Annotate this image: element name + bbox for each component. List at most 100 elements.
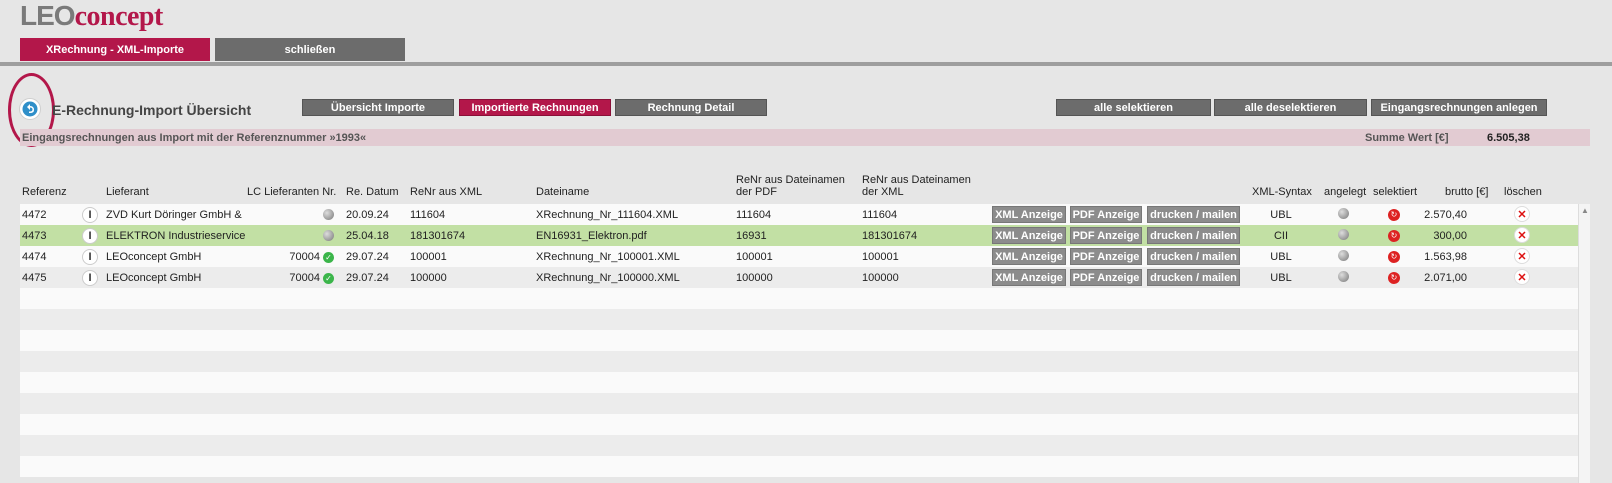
scroll-up-icon[interactable]: ▲ <box>1581 206 1589 215</box>
print-mail-button[interactable]: drucken / mailen <box>1147 227 1240 244</box>
page-title: E-Rechnung-Import Übersicht <box>52 102 252 118</box>
header-renr-fxml-line1: ReNr aus Dateinamen <box>862 174 971 186</box>
red-x-icon[interactable]: ✕ <box>1514 248 1530 264</box>
red-refresh-icon[interactable]: ↻ <box>1388 271 1400 284</box>
cell-lc-nr: 70004 <box>289 250 320 263</box>
cell-gross: 1.563,98 <box>1424 250 1467 263</box>
empty-row <box>20 351 1578 372</box>
header-created[interactable]: angelegt <box>1324 186 1366 198</box>
red-refresh-icon[interactable]: ↻ <box>1388 229 1400 242</box>
cell-lc-nr: 70004 <box>289 271 320 284</box>
table-row[interactable]: 4472 I ZVD Kurt Döringer GmbH & 20.09.24 111… <box>20 204 1578 225</box>
red-refresh-icon[interactable]: ↻ <box>1388 250 1400 263</box>
cell-renr-pdf: 111604 <box>736 208 772 221</box>
text-cursor-icon[interactable]: I <box>82 228 98 244</box>
empty-row <box>20 393 1578 414</box>
invoice-table: 4472 I ZVD Kurt Döringer GmbH & 20.09.24 111… <box>20 204 1578 477</box>
header-renr-fxml[interactable]: ReNr aus Dateinamen der XML <box>862 174 971 198</box>
gray-dot-icon[interactable] <box>1338 208 1349 222</box>
divider <box>0 62 1612 66</box>
cell-filename: EN16931_Elektron.pdf <box>536 229 647 242</box>
invoice-detail-button[interactable]: Rechnung Detail <box>615 99 767 116</box>
cell-date: 29.07.24 <box>346 271 389 284</box>
cell-supplier: LEOconcept GmbH <box>106 271 202 284</box>
header-ref[interactable]: Referenz <box>22 186 67 198</box>
cell-filename: XRechnung_Nr_100001.XML <box>536 250 680 263</box>
cell-renr-fxml: 100001 <box>862 250 899 263</box>
tab-close[interactable]: schließen <box>215 38 405 61</box>
xml-view-button[interactable]: XML Anzeige <box>992 206 1066 223</box>
print-mail-button[interactable]: drucken / mailen <box>1147 248 1240 265</box>
back-arrow-icon[interactable] <box>19 98 41 120</box>
header-renr-xml[interactable]: ReNr aus XML <box>410 186 482 198</box>
cell-renr-xml: 100000 <box>410 271 447 284</box>
cell-ref: 4473 <box>22 229 47 242</box>
header-date[interactable]: Re. Datum <box>346 186 399 198</box>
xml-view-button[interactable]: XML Anzeige <box>992 227 1066 244</box>
red-x-icon[interactable]: ✕ <box>1514 227 1530 243</box>
green-check-icon: ✓ <box>323 251 334 263</box>
empty-row <box>20 288 1578 309</box>
print-mail-button[interactable]: drucken / mailen <box>1147 206 1240 223</box>
red-x-icon[interactable]: ✕ <box>1514 206 1530 222</box>
text-cursor-icon[interactable]: I <box>82 249 98 265</box>
sum-label: Summe Wert [€] <box>1365 131 1449 144</box>
table-row[interactable]: 4473 I ELEKTRON Industrieservice 25.04.18 18… <box>20 225 1578 246</box>
header-syntax[interactable]: XML-Syntax <box>1252 186 1312 198</box>
header-lc-supplier-nr[interactable]: LC Lieferanten Nr. <box>247 186 336 198</box>
cell-supplier: ELEKTRON Industrieservice <box>106 229 246 242</box>
cell-filename: XRechnung_Nr_100000.XML <box>536 271 680 284</box>
cell-gross: 300,00 <box>1433 229 1467 242</box>
gray-dot-icon[interactable] <box>1338 271 1349 285</box>
empty-row <box>20 330 1578 351</box>
create-invoices-button[interactable]: Eingangsrechnungen anlegen <box>1371 99 1547 116</box>
pdf-view-button[interactable]: PDF Anzeige <box>1070 248 1142 265</box>
cell-renr-fxml: 100000 <box>862 271 899 284</box>
tab-xrechnung-imports[interactable]: XRechnung - XML-Importe <box>20 38 210 61</box>
text-cursor-icon[interactable]: I <box>82 270 98 286</box>
cell-filename: XRechnung_Nr_111604.XML <box>536 208 679 221</box>
header-gross[interactable]: brutto [€] <box>1445 186 1488 198</box>
header-delete[interactable]: löschen <box>1504 186 1542 198</box>
empty-row <box>20 414 1578 435</box>
table-row[interactable]: 4475 I LEOconcept GmbH 70004 ✓ 29.07.24 100000… <box>20 267 1578 288</box>
header-supplier[interactable]: Lieferant <box>106 186 149 198</box>
green-check-icon: ✓ <box>323 272 334 284</box>
pdf-view-button[interactable]: PDF Anzeige <box>1070 206 1142 223</box>
cell-supplier: ZVD Kurt Döringer GmbH & <box>106 208 242 221</box>
overview-imports-button[interactable]: Übersicht Importe <box>302 99 454 116</box>
cell-renr-fxml: 181301674 <box>862 229 918 242</box>
text-cursor-icon[interactable]: I <box>82 207 98 223</box>
cell-renr-pdf: 100000 <box>736 271 773 284</box>
red-x-icon[interactable]: ✕ <box>1514 269 1530 285</box>
imported-invoices-button[interactable]: Importierte Rechnungen <box>459 99 611 116</box>
logo-concept: concept <box>74 1 164 32</box>
sum-value: 6.505,38 <box>1487 131 1530 144</box>
cell-gross: 2.570,40 <box>1424 208 1467 221</box>
info-bar: Eingangsrechnungen aus Import mit der Re… <box>20 129 1590 146</box>
header-renr-pdf[interactable]: ReNr aus Dateinamen der PDF <box>736 174 845 198</box>
xml-view-button[interactable]: XML Anzeige <box>992 248 1066 265</box>
header-filename[interactable]: Dateiname <box>536 186 589 198</box>
header-renr-pdf-line2: der PDF <box>736 186 777 198</box>
cell-ref: 4472 <box>22 208 47 221</box>
cell-gross: 2.071,00 <box>1424 271 1467 284</box>
cell-date: 25.04.18 <box>346 229 389 242</box>
table-row[interactable]: 4474 I LEOconcept GmbH 70004 ✓ 29.07.24 100001… <box>20 246 1578 267</box>
red-refresh-icon[interactable]: ↻ <box>1388 208 1400 221</box>
table-scrollbar[interactable]: ▲ <box>1578 204 1590 483</box>
pdf-view-button[interactable]: PDF Anzeige <box>1070 269 1142 286</box>
print-mail-button[interactable]: drucken / mailen <box>1147 269 1240 286</box>
header-selected[interactable]: selektiert <box>1373 186 1417 198</box>
pdf-view-button[interactable]: PDF Anzeige <box>1070 227 1142 244</box>
xml-view-button[interactable]: XML Anzeige <box>992 269 1066 286</box>
empty-row <box>20 309 1578 330</box>
gray-dot-icon <box>323 230 334 244</box>
cell-renr-xml: 181301674 <box>410 229 466 242</box>
gray-dot-icon[interactable] <box>1338 250 1349 264</box>
deselect-all-button[interactable]: alle deselektieren <box>1214 99 1367 116</box>
header-renr-fxml-line2: der XML <box>862 186 904 198</box>
cell-renr-pdf: 100001 <box>736 250 773 263</box>
select-all-button[interactable]: alle selektieren <box>1056 99 1211 116</box>
gray-dot-icon[interactable] <box>1338 229 1349 243</box>
